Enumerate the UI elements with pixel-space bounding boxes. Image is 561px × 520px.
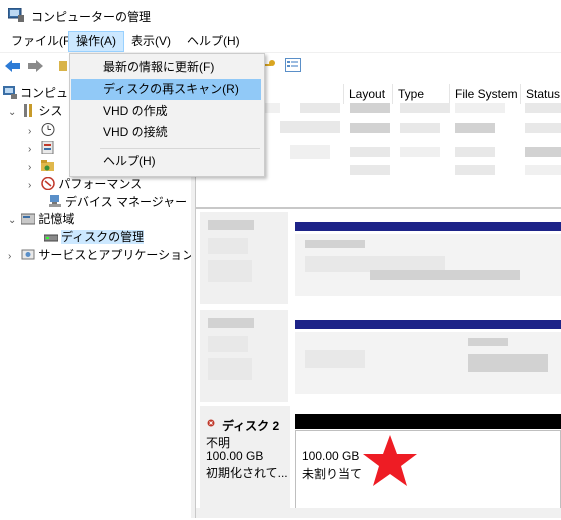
computer-icon bbox=[3, 86, 17, 99]
tree-item-services-and-applications[interactable]: › サービスとアプリケーション bbox=[8, 247, 194, 264]
menu-item-refresh[interactable]: 最新の情報に更新(F) bbox=[71, 57, 261, 78]
disk-error-icon bbox=[207, 419, 215, 427]
tools-icon bbox=[24, 104, 33, 117]
disk-row-redacted bbox=[200, 212, 561, 304]
tree-item-storage[interactable]: ⌄ 記憶域 bbox=[8, 211, 74, 228]
tree-item-performance[interactable]: › パフォーマンス bbox=[28, 176, 142, 193]
tree-item-device-manager[interactable]: デバイス マネージャー bbox=[48, 194, 187, 211]
menu-item-attach-vhd[interactable]: VHD の接続 bbox=[71, 122, 261, 143]
window-title: コンピューターの管理 bbox=[31, 10, 152, 24]
services-icon bbox=[21, 249, 35, 260]
chevron-down-icon[interactable]: ⌄ bbox=[8, 212, 18, 229]
computer-management-icon bbox=[8, 8, 24, 22]
tree-item-task-scheduler[interactable]: › bbox=[28, 122, 58, 139]
unallocated-bar bbox=[295, 414, 561, 429]
forward-arrow-icon[interactable] bbox=[27, 59, 43, 73]
chevron-right-icon[interactable]: › bbox=[28, 141, 38, 158]
disk-2-title: ディスク 2 bbox=[222, 419, 280, 433]
disk-management-icon bbox=[44, 234, 58, 242]
tree-label: パフォーマンス bbox=[58, 177, 143, 191]
menu-help[interactable]: ヘルプ(H) bbox=[180, 31, 247, 52]
action-menu-dropdown: 最新の情報に更新(F) ディスクの再スキャン(R) VHD の作成 VHD の接… bbox=[69, 53, 265, 177]
chevron-right-icon[interactable]: › bbox=[28, 177, 38, 194]
red-star-annotation-icon bbox=[363, 435, 417, 486]
menu-item-create-vhd[interactable]: VHD の作成 bbox=[71, 101, 261, 122]
tree-item-event-viewer[interactable]: › bbox=[28, 140, 58, 157]
chevron-right-icon[interactable]: › bbox=[8, 248, 18, 265]
disk-2-size: 100.00 GB bbox=[206, 449, 264, 463]
menu-view[interactable]: 表示(V) bbox=[124, 31, 178, 52]
properties-icon[interactable] bbox=[285, 58, 301, 72]
tree-label: サービスとアプリケーション bbox=[38, 248, 195, 262]
chevron-right-icon[interactable]: › bbox=[28, 159, 38, 176]
partition-state: 未割り当て bbox=[302, 467, 363, 481]
tree-label: シス bbox=[38, 104, 63, 118]
folder-icon[interactable] bbox=[57, 59, 67, 73]
chevron-down-icon[interactable]: ⌄ bbox=[8, 104, 18, 121]
key-icon[interactable] bbox=[263, 58, 277, 72]
tree-item-computer-management[interactable]: コンピュ bbox=[3, 85, 68, 102]
chevron-right-icon[interactable]: › bbox=[28, 123, 38, 140]
menu-separator bbox=[100, 148, 260, 149]
clock-icon bbox=[41, 123, 55, 136]
storage-icon bbox=[21, 213, 36, 225]
disk-row-redacted bbox=[200, 310, 561, 402]
menu-bar: ファイル(F) 操作(A) 表示(V) ヘルプ(H) bbox=[0, 31, 561, 53]
performance-icon bbox=[41, 177, 56, 190]
menu-item-rescan-disks[interactable]: ディスクの再スキャン(R) bbox=[71, 79, 261, 100]
menu-item-help[interactable]: ヘルプ(H) bbox=[71, 151, 261, 172]
tree-item-system-tools[interactable]: ⌄ シス bbox=[8, 103, 62, 120]
partition-size: 100.00 GB bbox=[302, 449, 360, 463]
tree-label: コンピュ bbox=[20, 86, 69, 100]
menu-action[interactable]: 操作(A) bbox=[68, 31, 124, 52]
device-manager-icon bbox=[49, 195, 61, 207]
disk-2-init-state: 初期化されて... bbox=[206, 466, 288, 480]
back-arrow-icon[interactable] bbox=[5, 59, 21, 73]
shared-folder-icon bbox=[41, 160, 55, 171]
tree-label: 記憶域 bbox=[38, 212, 75, 226]
status-strip bbox=[196, 508, 561, 518]
tree-item-disk-management[interactable]: ディスクの管理 bbox=[44, 229, 145, 246]
event-viewer-icon bbox=[41, 141, 54, 154]
tree-label: デバイス マネージャー bbox=[65, 195, 188, 209]
tree-item-shared-folders[interactable]: › bbox=[28, 158, 58, 175]
tree-label: ディスクの管理 bbox=[61, 230, 145, 244]
